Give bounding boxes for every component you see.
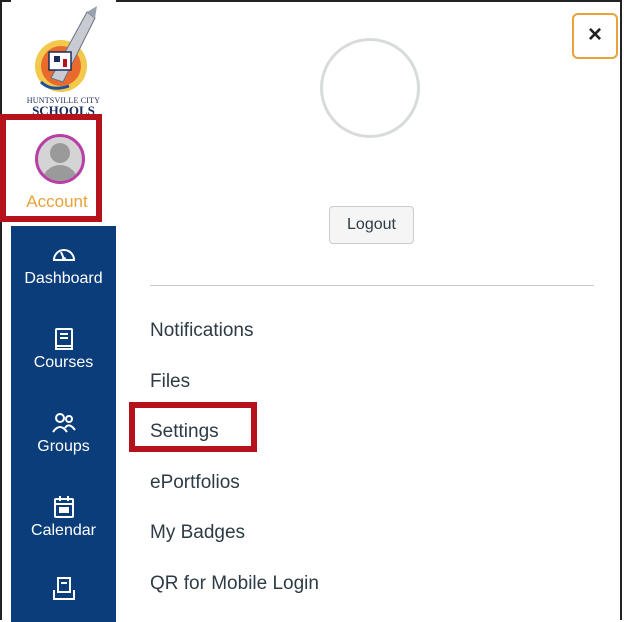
nav-item-courses[interactable]: Courses — [11, 326, 116, 372]
courses-icon — [54, 328, 73, 350]
highlight-box-settings — [129, 402, 257, 452]
inbox-icon — [52, 577, 75, 600]
nav-item-label: Groups — [37, 438, 90, 455]
school-logo[interactable]: HUNTSVILLE CITY SCHOOLS — [11, 4, 116, 117]
link-qr-mobile-login[interactable]: QR for Mobile Login — [150, 573, 319, 595]
rocket-logo-icon — [35, 6, 97, 92]
close-button[interactable]: × — [572, 13, 618, 59]
logout-button[interactable]: Logout — [329, 206, 414, 244]
nav-item-label: Dashboard — [24, 270, 103, 287]
groups-icon — [51, 413, 76, 433]
dashboard-icon — [52, 249, 75, 261]
nav-item-dashboard[interactable]: Dashboard — [11, 242, 116, 288]
divider — [150, 285, 594, 286]
nav-item-groups[interactable]: Groups — [11, 410, 116, 456]
nav-item-label: Calendar — [31, 522, 96, 539]
nav-item-label: Courses — [33, 354, 94, 371]
link-files[interactable]: Files — [150, 371, 190, 393]
nav-items-panel: Dashboard Courses Groups Calendar — [11, 226, 116, 622]
calendar-icon — [53, 496, 74, 518]
nav-item-calendar[interactable]: Calendar — [11, 494, 116, 540]
link-my-badges[interactable]: My Badges — [150, 522, 245, 544]
global-nav: HUNTSVILLE CITY SCHOOLS Account Dashboar… — [11, 0, 116, 622]
highlight-box-account — [0, 114, 102, 222]
link-eportfolios[interactable]: ePortfolios — [150, 472, 240, 494]
profile-picture — [320, 38, 420, 138]
link-notifications[interactable]: Notifications — [150, 320, 254, 342]
nav-item-inbox[interactable] — [11, 576, 116, 602]
